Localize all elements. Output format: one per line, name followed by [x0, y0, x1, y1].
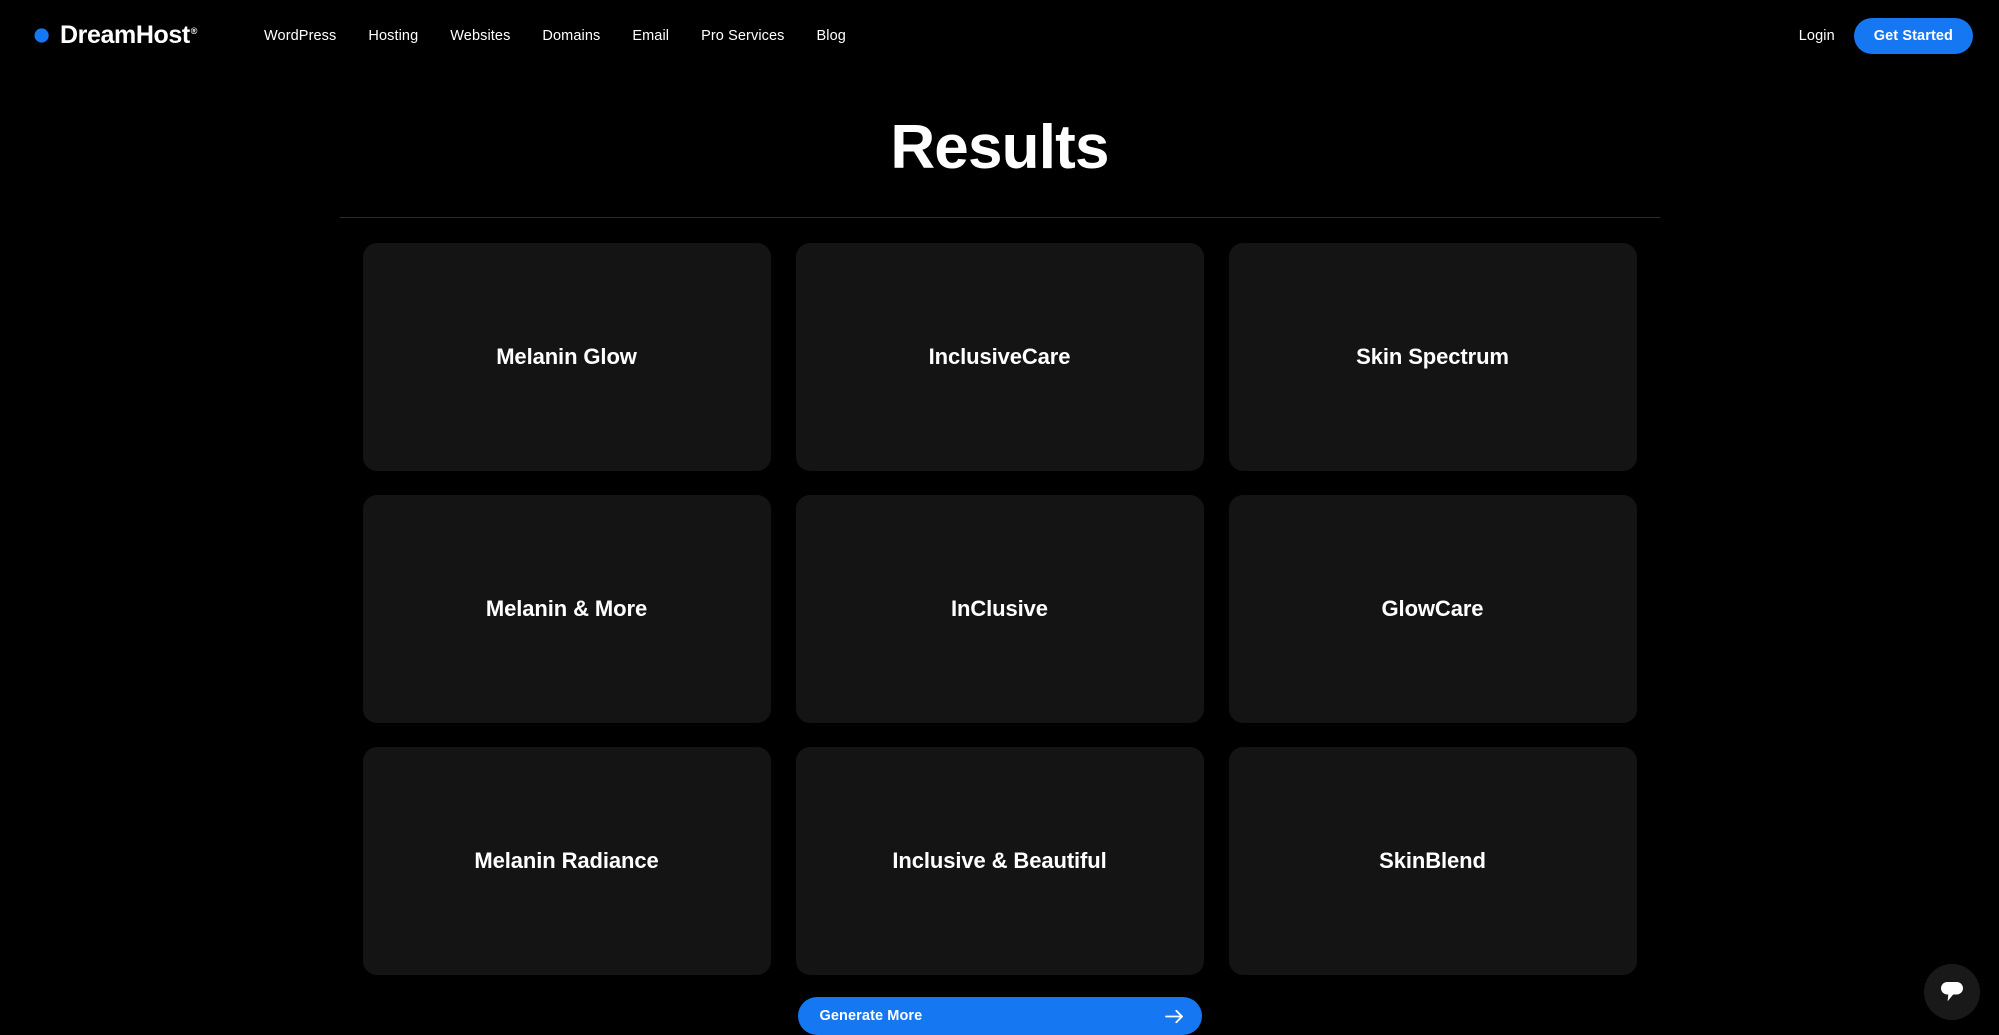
result-card-label: Skin Spectrum	[1340, 344, 1525, 370]
brand-wordmark: DreamHost®	[60, 23, 197, 48]
generate-more-row: Generate More	[363, 997, 1637, 1035]
dreamhost-crescent-logo-icon	[28, 24, 51, 47]
login-link[interactable]: Login	[1795, 22, 1839, 50]
chat-widget-button[interactable]	[1924, 964, 1980, 1020]
nav-item-email[interactable]: Email	[616, 20, 685, 52]
result-card[interactable]: Skin Spectrum	[1229, 243, 1637, 471]
nav-item-hosting[interactable]: Hosting	[352, 20, 434, 52]
nav-item-websites[interactable]: Websites	[434, 20, 526, 52]
primary-navigation: WordPress Hosting Websites Domains Email…	[248, 20, 862, 52]
result-card-label: Melanin Radiance	[458, 848, 674, 874]
result-card-label: Melanin Glow	[480, 344, 653, 370]
site-header: DreamHost® WordPress Hosting Websites Do…	[0, 0, 1999, 71]
brand-trademark: ®	[191, 26, 197, 36]
results-grid: Melanin Glow InclusiveCare Skin Spectrum…	[363, 243, 1637, 975]
title-divider	[340, 217, 1660, 218]
result-card[interactable]: Melanin & More	[363, 495, 771, 723]
nav-item-domains[interactable]: Domains	[526, 20, 616, 52]
result-card[interactable]: InclusiveCare	[796, 243, 1204, 471]
arrow-right-icon	[1165, 1009, 1184, 1024]
dreamhost-logo-link[interactable]: DreamHost®	[28, 23, 197, 48]
nav-item-blog[interactable]: Blog	[801, 20, 862, 52]
result-card-label: SkinBlend	[1363, 848, 1502, 874]
nav-item-wordpress[interactable]: WordPress	[248, 20, 352, 52]
result-card[interactable]: Inclusive & Beautiful	[796, 747, 1204, 975]
generate-more-button[interactable]: Generate More	[798, 997, 1202, 1035]
result-card[interactable]: Melanin Radiance	[363, 747, 771, 975]
result-card[interactable]: SkinBlend	[1229, 747, 1637, 975]
result-card[interactable]: GlowCare	[1229, 495, 1637, 723]
get-started-button[interactable]: Get Started	[1854, 18, 1973, 54]
result-card-label: InClusive	[935, 596, 1064, 622]
page-title: Results	[0, 117, 1999, 179]
results-page: Results Melanin Glow InclusiveCare Skin …	[0, 71, 1999, 1033]
header-actions: Login Get Started	[1795, 18, 1973, 54]
chat-bubble-icon	[1939, 979, 1965, 1006]
result-card-label: Inclusive & Beautiful	[876, 848, 1122, 874]
brand-name: DreamHost	[60, 21, 190, 49]
generate-more-label: Generate More	[820, 1008, 923, 1024]
result-card-label: GlowCare	[1366, 596, 1500, 622]
result-card-label: Melanin & More	[470, 596, 663, 622]
result-card[interactable]: Melanin Glow	[363, 243, 771, 471]
result-card-label: InclusiveCare	[913, 344, 1087, 370]
nav-item-pro-services[interactable]: Pro Services	[685, 20, 800, 52]
result-card[interactable]: InClusive	[796, 495, 1204, 723]
